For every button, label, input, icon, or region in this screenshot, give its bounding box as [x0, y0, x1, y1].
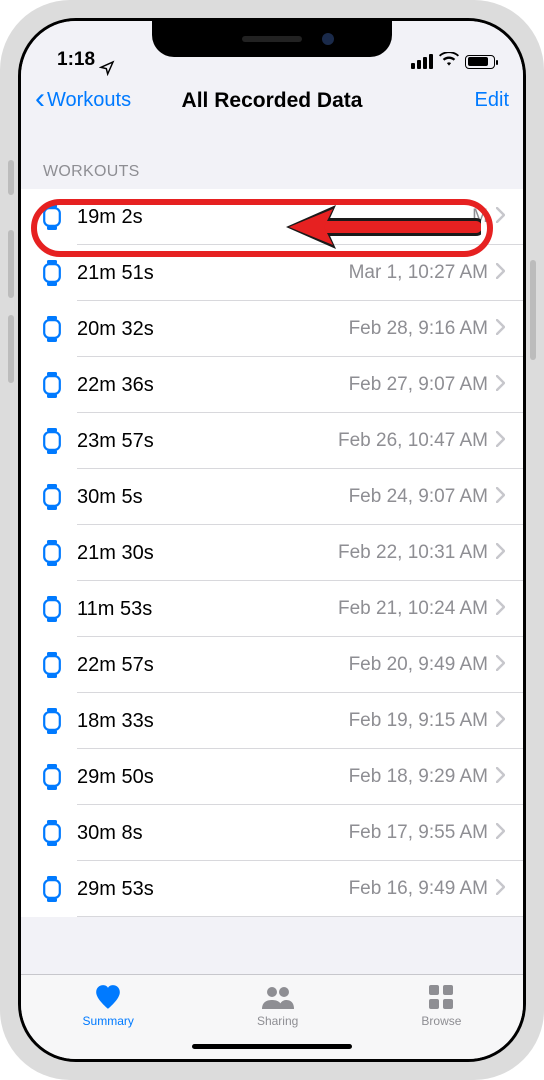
silent-switch — [8, 160, 14, 195]
power-button — [530, 260, 536, 360]
page-title: All Recorded Data — [182, 89, 363, 113]
home-indicator[interactable] — [192, 1044, 352, 1049]
table-row[interactable]: 22m 57s Feb 20, 9:49 AM — [21, 637, 523, 693]
status-time: 1:18 — [57, 49, 95, 71]
table-row[interactable]: 21m 30s Feb 22, 10:31 AM — [21, 525, 523, 581]
apple-watch-icon — [39, 876, 65, 902]
chevron-right-icon — [496, 543, 505, 564]
workout-list: 19m 2s M 21m 51s Mar 1, 10:27 AM — [21, 189, 523, 917]
workout-date: Feb 22, 10:31 AM — [338, 542, 496, 564]
workout-date: M — [472, 206, 496, 228]
apple-watch-icon — [39, 652, 65, 678]
workout-date: Feb 20, 9:49 AM — [349, 654, 496, 676]
chevron-right-icon — [496, 767, 505, 788]
section-header: WORKOUTS — [21, 127, 523, 189]
chevron-right-icon — [496, 263, 505, 284]
apple-watch-icon — [39, 484, 65, 510]
workout-duration: 30m 5s — [65, 486, 349, 509]
workout-date: Feb 28, 9:16 AM — [349, 318, 496, 340]
people-icon — [261, 983, 295, 1011]
device-frame: 1:18 — [0, 0, 544, 1080]
workout-duration: 11m 53s — [65, 598, 338, 621]
workout-duration: 30m 8s — [65, 822, 349, 845]
apple-watch-icon — [39, 316, 65, 342]
tab-label: Browse — [421, 1014, 461, 1028]
chevron-right-icon — [496, 823, 505, 844]
content-area[interactable]: WORKOUTS 19m 2s M 21m 51s Mar 1, 10:27 A… — [21, 127, 523, 974]
apple-watch-icon — [39, 204, 65, 230]
workout-date: Feb 17, 9:55 AM — [349, 822, 496, 844]
workout-date: Feb 18, 9:29 AM — [349, 766, 496, 788]
tab-label: Sharing — [257, 1014, 298, 1028]
table-row[interactable]: 23m 57s Feb 26, 10:47 AM — [21, 413, 523, 469]
chevron-right-icon — [496, 711, 505, 732]
edit-button[interactable]: Edit — [475, 89, 509, 112]
tab-label: Summary — [83, 1014, 134, 1028]
table-row[interactable]: 30m 8s Feb 17, 9:55 AM — [21, 805, 523, 861]
table-row[interactable]: 11m 53s Feb 21, 10:24 AM — [21, 581, 523, 637]
back-button[interactable]: ‹ Workouts — [35, 89, 131, 112]
chevron-right-icon — [496, 431, 505, 452]
volume-down-button — [8, 315, 14, 383]
workout-date: Feb 21, 10:24 AM — [338, 598, 496, 620]
speaker-grille — [242, 36, 302, 42]
chevron-right-icon — [496, 879, 505, 900]
workout-duration: 21m 51s — [65, 262, 349, 285]
chevron-right-icon — [496, 487, 505, 508]
apple-watch-icon — [39, 596, 65, 622]
workout-duration: 22m 57s — [65, 654, 349, 677]
workout-duration: 21m 30s — [65, 542, 338, 565]
workout-date: Feb 27, 9:07 AM — [349, 374, 496, 396]
workout-duration: 29m 50s — [65, 766, 349, 789]
workout-duration: 18m 33s — [65, 710, 349, 733]
workout-date: Feb 26, 10:47 AM — [338, 430, 496, 452]
battery-icon — [465, 55, 495, 69]
chevron-right-icon — [496, 375, 505, 396]
chevron-right-icon — [496, 319, 505, 340]
workout-duration: 22m 36s — [65, 374, 349, 397]
chevron-right-icon — [496, 599, 505, 620]
apple-watch-icon — [39, 540, 65, 566]
volume-up-button — [8, 230, 14, 298]
table-row[interactable]: 29m 50s Feb 18, 9:29 AM — [21, 749, 523, 805]
notch — [152, 21, 392, 57]
apple-watch-icon — [39, 372, 65, 398]
grid-icon — [428, 983, 454, 1011]
table-row[interactable]: 18m 33s Feb 19, 9:15 AM — [21, 693, 523, 749]
heart-icon — [93, 983, 123, 1011]
workout-date: Mar 1, 10:27 AM — [349, 262, 496, 284]
wifi-icon — [439, 52, 459, 71]
workout-date: Feb 16, 9:49 AM — [349, 878, 496, 900]
back-label: Workouts — [47, 89, 131, 112]
front-camera — [322, 33, 334, 45]
apple-watch-icon — [39, 260, 65, 286]
workout-duration: 29m 53s — [65, 878, 349, 901]
workout-duration: 23m 57s — [65, 430, 338, 453]
chevron-right-icon — [496, 207, 505, 228]
workout-duration: 19m 2s — [65, 206, 472, 229]
table-row[interactable]: 21m 51s Mar 1, 10:27 AM — [21, 245, 523, 301]
apple-watch-icon — [39, 428, 65, 454]
table-row[interactable]: 22m 36s Feb 27, 9:07 AM — [21, 357, 523, 413]
apple-watch-icon — [39, 764, 65, 790]
table-row[interactable]: 29m 53s Feb 16, 9:49 AM — [21, 861, 523, 917]
table-row[interactable]: 30m 5s Feb 24, 9:07 AM — [21, 469, 523, 525]
tab-summary[interactable]: Summary — [83, 983, 134, 1059]
apple-watch-icon — [39, 708, 65, 734]
workout-date: Feb 19, 9:15 AM — [349, 710, 496, 732]
cellular-signal-icon — [411, 54, 433, 69]
workout-duration: 20m 32s — [65, 318, 349, 341]
table-row[interactable]: 19m 2s M — [21, 189, 523, 245]
table-row[interactable]: 20m 32s Feb 28, 9:16 AM — [21, 301, 523, 357]
workout-date: Feb 24, 9:07 AM — [349, 486, 496, 508]
nav-bar: ‹ Workouts All Recorded Data Edit — [21, 75, 523, 127]
tab-browse[interactable]: Browse — [421, 983, 461, 1059]
chevron-right-icon — [496, 655, 505, 676]
apple-watch-icon — [39, 820, 65, 846]
